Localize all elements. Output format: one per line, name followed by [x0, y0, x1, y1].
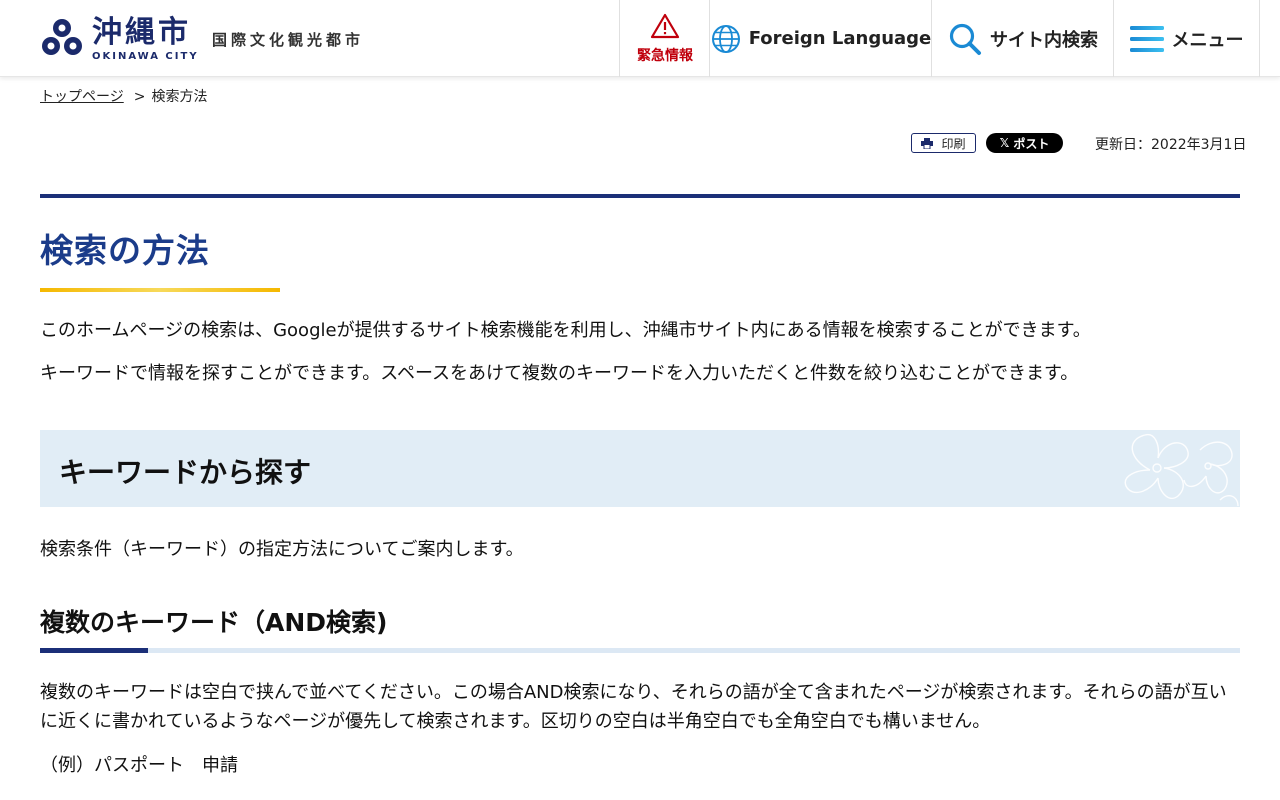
section-heading: キーワードから探す — [59, 456, 312, 489]
printer-icon — [921, 137, 934, 149]
title-top-rule — [40, 194, 1240, 198]
breadcrumb-current: 検索方法 — [151, 89, 208, 105]
x-post-label: ポスト — [1013, 136, 1050, 151]
breadcrumb-home-link[interactable]: トップページ — [40, 89, 124, 105]
search-icon — [949, 23, 981, 55]
hibiscus-decoration-icon — [1124, 433, 1239, 507]
foreign-language-label: Foreign Language — [748, 28, 932, 49]
site-search-button[interactable]: サイト内検索 — [931, 0, 1114, 77]
emergency-info-button[interactable]: 緊急情報 — [619, 0, 710, 77]
logo-text: 沖縄市 OKINAWA CITY — [92, 14, 199, 62]
globe-icon — [711, 24, 740, 53]
updated-date: 更新日：2022年3月1日 — [1095, 137, 1247, 153]
title-underline — [40, 288, 280, 292]
foreign-language-button[interactable]: Foreign Language — [709, 0, 932, 77]
and-search-description: 複数のキーワードは空白で挟んで並べてください。この場合AND検索になり、それらの… — [40, 682, 1227, 732]
subheading-rule — [40, 648, 1240, 653]
site-search-label: サイト内検索 — [990, 29, 1098, 51]
warning-icon — [650, 13, 680, 38]
intro-paragraph-1: このホームページの検索は、Googleが提供するサイト検索機能を利用し、沖縄市サ… — [40, 320, 1091, 341]
city-emblem-icon — [42, 19, 82, 55]
hamburger-menu-icon — [1129, 25, 1164, 52]
site-logo[interactable]: 沖縄市 OKINAWA CITY — [40, 14, 199, 64]
print-button[interactable]: 印刷 — [911, 133, 976, 153]
breadcrumb-separator: > — [133, 89, 146, 105]
x-post-button[interactable]: 𝕏 ポスト — [986, 133, 1063, 153]
print-label: 印刷 — [941, 136, 966, 151]
site-header: 沖縄市 OKINAWA CITY 国際文化観光都市 緊急情報 Foreign L… — [0, 0, 1280, 77]
page-title: 検索の方法 — [40, 231, 210, 270]
section-heading-box: キーワードから探す — [40, 430, 1240, 507]
logo-city-name-en: OKINAWA CITY — [92, 50, 199, 62]
emergency-info-label: 緊急情報 — [637, 47, 693, 64]
city-tagline: 国際文化観光都市 — [212, 31, 365, 49]
and-search-example: （例）パスポート 申請 — [40, 755, 238, 776]
and-search-heading: 複数のキーワード（AND検索) — [40, 608, 388, 637]
x-logo-icon: 𝕏 — [999, 136, 1010, 150]
section-intro-paragraph: 検索条件（キーワード）の指定方法についてご案内します。 — [40, 539, 524, 560]
menu-button[interactable]: メニュー — [1113, 0, 1260, 77]
menu-label: メニュー — [1171, 29, 1244, 51]
logo-city-name: 沖縄市 — [92, 14, 191, 50]
breadcrumb: トップページ > 検索方法 — [40, 86, 207, 106]
intro-paragraph-2: キーワードで情報を探すことができます。スペースをあけて複数のキーワードを入力いた… — [40, 363, 1079, 384]
subheading-rule-accent — [40, 648, 148, 653]
